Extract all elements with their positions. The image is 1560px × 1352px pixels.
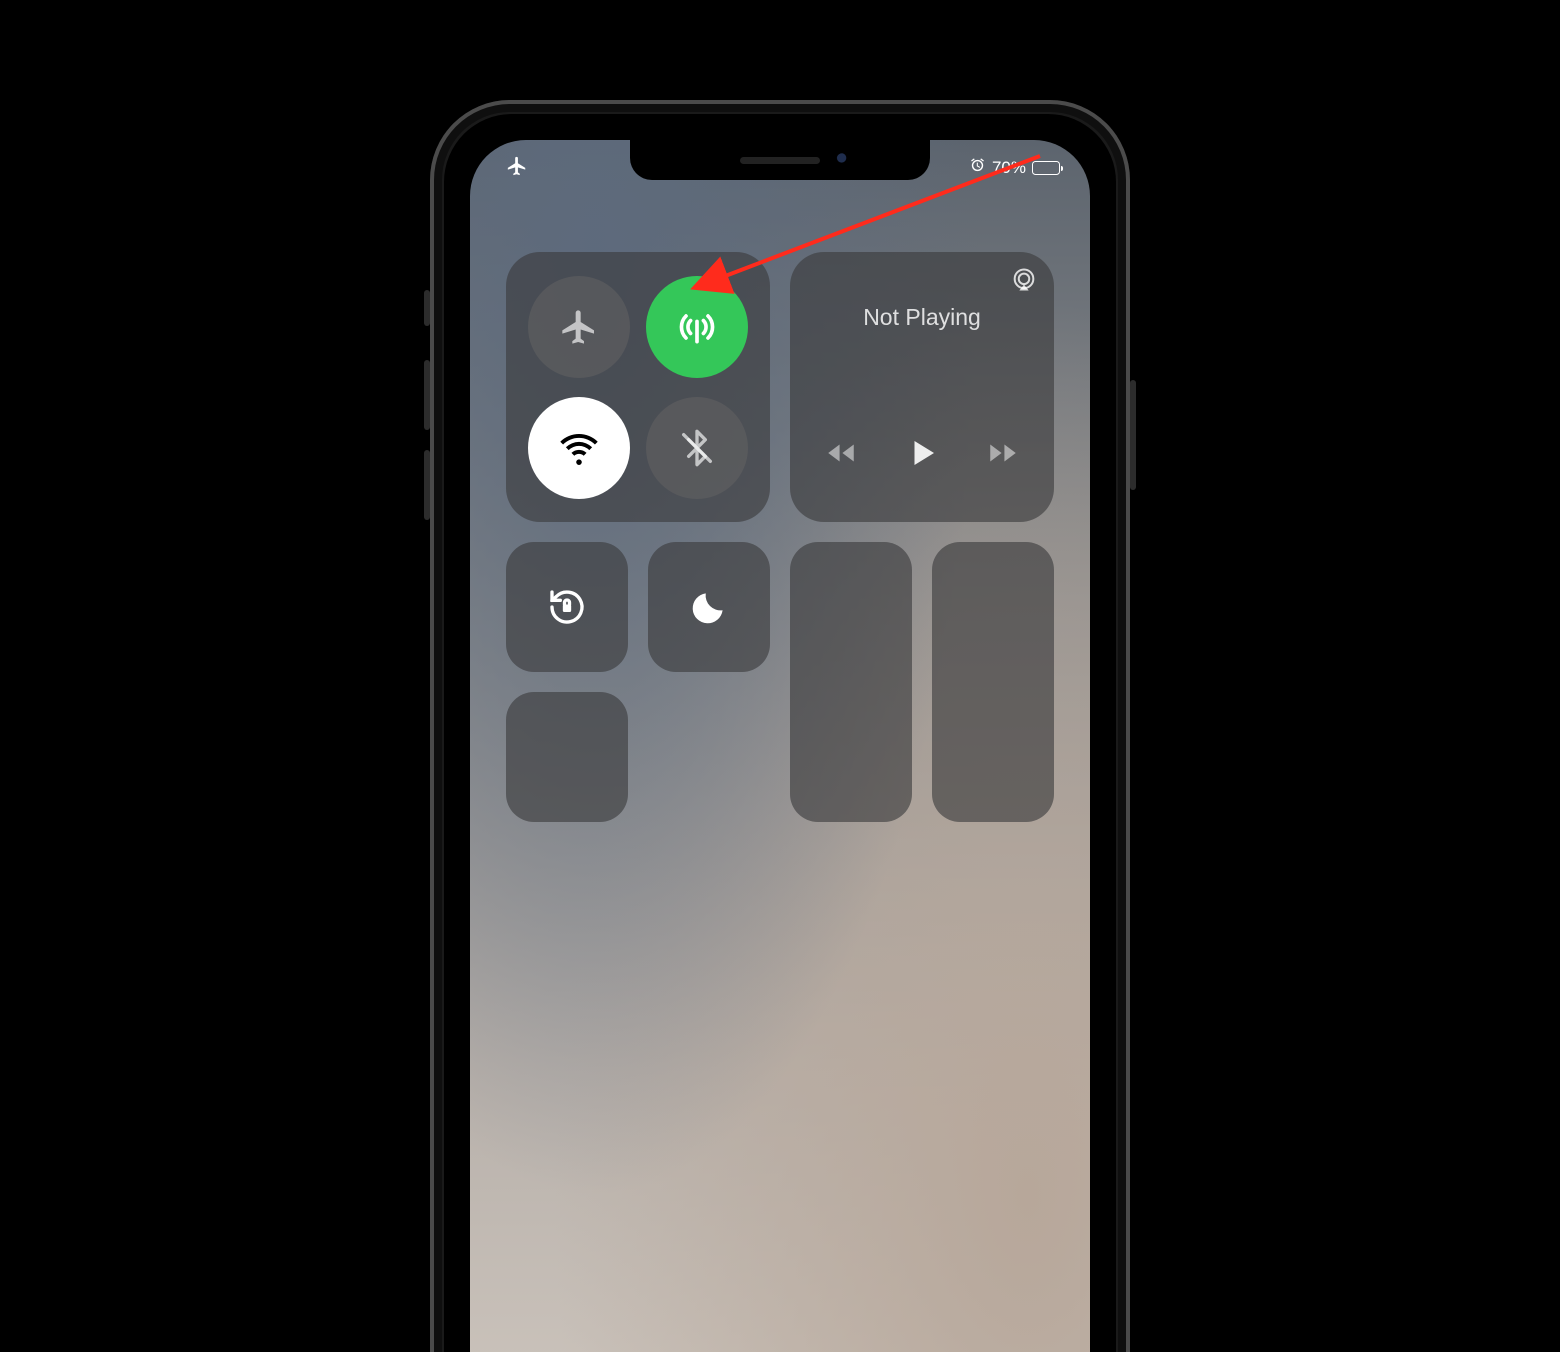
orientation-lock-tile[interactable] <box>506 542 628 672</box>
wifi-toggle[interactable] <box>528 397 630 499</box>
airplane-icon <box>506 155 528 182</box>
volume-down-button <box>424 450 430 520</box>
battery-percent-label: 70% <box>992 158 1026 178</box>
volume-slider-tile[interactable] <box>932 542 1054 822</box>
notch <box>630 140 930 180</box>
cellular-toggle[interactable] <box>646 276 748 378</box>
mute-switch <box>424 290 430 326</box>
extra-tile-1[interactable] <box>506 692 628 822</box>
volume-up-button <box>424 360 430 430</box>
battery-icon <box>1032 161 1060 175</box>
airplay-icon[interactable] <box>1010 266 1038 299</box>
tile-row <box>506 542 1054 812</box>
phone-frame: 70% <box>430 100 1130 1352</box>
next-track-button[interactable] <box>986 436 1020 475</box>
earpiece-speaker <box>740 157 820 164</box>
front-camera <box>836 153 850 167</box>
bluetooth-toggle[interactable] <box>646 397 748 499</box>
connectivity-panel[interactable] <box>506 252 770 522</box>
airplane-mode-toggle[interactable] <box>528 276 630 378</box>
previous-track-button[interactable] <box>824 436 858 475</box>
media-panel[interactable]: Not Playing <box>790 252 1054 522</box>
control-center: Not Playing <box>506 252 1054 812</box>
brightness-slider-tile[interactable] <box>790 542 912 822</box>
power-button <box>1130 380 1136 490</box>
do-not-disturb-tile[interactable] <box>648 542 770 672</box>
screen: 70% <box>470 140 1090 1352</box>
phone-mockup: 70% <box>430 100 1130 1352</box>
media-title: Not Playing <box>863 304 981 331</box>
play-button[interactable] <box>904 435 940 476</box>
alarm-icon <box>969 157 986 179</box>
